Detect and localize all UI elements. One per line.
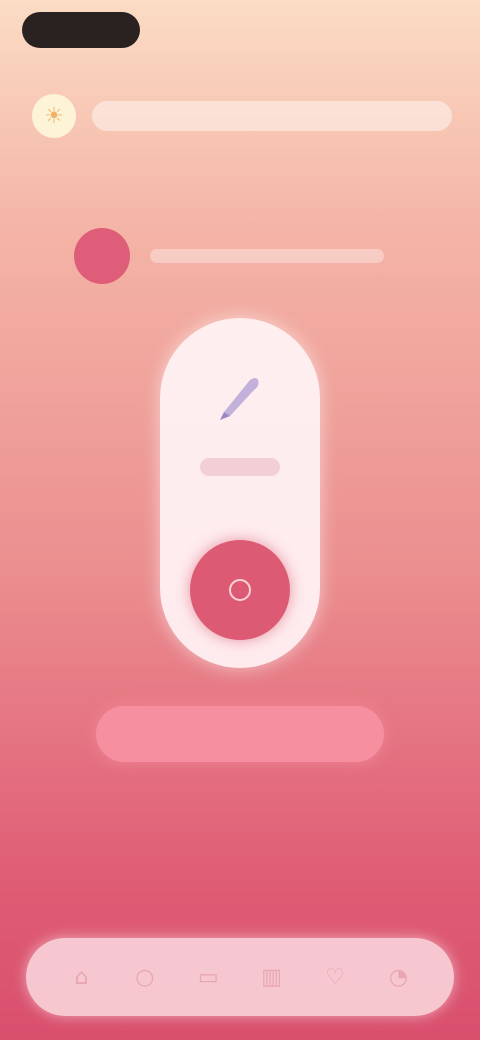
recorder-label [200, 458, 280, 476]
info-row [74, 228, 384, 284]
tab-heart-icon[interactable]: ♡ [313, 955, 357, 999]
tab-calendar-icon[interactable]: ▭ [186, 955, 230, 999]
record-icon [229, 579, 251, 601]
tab-user-icon[interactable]: ◔ [377, 955, 421, 999]
pen-icon [206, 362, 274, 430]
header: ☀ [32, 88, 452, 144]
tab-home-icon[interactable]: ⌂ [59, 955, 103, 999]
tab-chart-icon[interactable]: ▥ [250, 955, 294, 999]
tab-bar: ⌂ ○ ▭ ▥ ♡ ◔ [26, 938, 454, 1016]
recorder-capsule [160, 318, 320, 668]
info-text [150, 249, 384, 263]
primary-button[interactable] [96, 706, 384, 762]
tab-search-icon[interactable]: ○ [123, 955, 167, 999]
info-icon[interactable] [74, 228, 130, 284]
page-title [92, 101, 452, 131]
pen-icon-graphic [220, 378, 259, 420]
sun-icon[interactable]: ☀ [32, 94, 76, 138]
status-pill [22, 12, 140, 48]
record-button[interactable] [190, 540, 290, 640]
